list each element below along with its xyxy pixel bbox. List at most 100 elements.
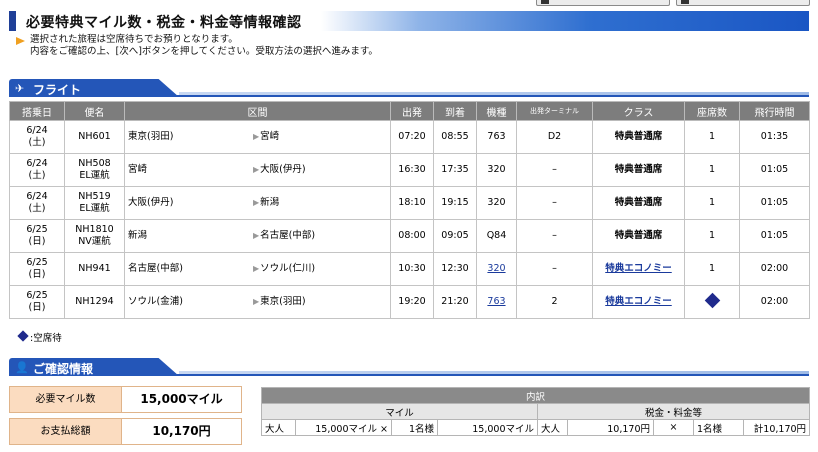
legend-label: :空席待 <box>30 333 62 344</box>
seat-count: 1 <box>708 131 716 142</box>
flight-row: 6/24 (土) NH508 EL運航 宮崎 ▶大阪(伊丹) 16:30 17:35 320– 特… <box>9 153 810 187</box>
seats-cell: 1 <box>684 186 740 220</box>
flight-number-cell: NH1294 <box>64 285 125 319</box>
page-title: 必要特典マイル数・税金・料金等情報確認 <box>26 15 302 31</box>
arrow-right-icon: ▶ <box>253 165 260 174</box>
tax-passenger-type: 大人 <box>537 419 568 436</box>
header-class: クラス <box>592 101 685 121</box>
day-of-week: (日) <box>28 302 46 313</box>
aircraft-link[interactable]: 763 <box>487 296 505 307</box>
departure-time: 10:30 <box>390 252 434 286</box>
operated-by: NV運航 <box>78 236 111 247</box>
flight-number: NH519 <box>78 191 111 202</box>
route-to: 新潟 <box>260 197 280 208</box>
breakdown-row: 大人 15,000マイル × 1名様 15,000マイル 大人 10,170円 … <box>261 419 811 436</box>
flight-number-cell: NH941 <box>64 252 125 286</box>
seats-cell: 1 <box>684 252 740 286</box>
flight-number: NH508 <box>78 158 111 169</box>
day-of-week: (日) <box>28 269 46 280</box>
person-icon: 👤 <box>15 361 29 374</box>
operated-by: EL運航 <box>79 170 110 181</box>
date-value: 6/25 <box>26 290 48 301</box>
header-flight: 便名 <box>64 101 125 121</box>
route-from: 宮崎 <box>128 164 148 175</box>
aircraft-link[interactable]: 320 <box>487 263 505 274</box>
required-miles-label: 必要マイル数 <box>10 387 122 412</box>
arrow-right-icon: ▶ <box>253 264 260 273</box>
aircraft-type: Q84 <box>486 230 507 241</box>
departure-terminal: – <box>516 252 593 286</box>
route-cell: 名古屋(中部) ▶ソウル(仁川) <box>124 252 391 286</box>
breakdown-tax-header: 税金・料金等 <box>536 403 811 420</box>
top-action-button-1[interactable] <box>536 0 670 6</box>
flight-row: 6/24 (土) NH519 EL運航 大阪(伊丹) ▶新潟 18:10 19:15 320– 特… <box>9 186 810 220</box>
header-route: 区間 <box>124 101 391 121</box>
flight-row: 6/25 (日) NH1294 ソウル(金浦) ▶東京(羽田) 19:20 21:20 763… <box>9 285 810 319</box>
flight-duration: 01:05 <box>739 186 810 220</box>
route-from: 新潟 <box>128 230 148 241</box>
class-name: 特典普通席 <box>614 230 663 241</box>
class-cell: 特典普通席 <box>592 186 685 220</box>
class-cell: 特典普通席 <box>592 153 685 187</box>
seats-cell: 1 <box>684 219 740 253</box>
flight-table: 搭乗日 便名 区間 出発 到着 機種 出発ターミナル クラス 座席数 飛行時間 … <box>9 101 810 319</box>
route-to: 名古屋(中部) <box>260 230 316 241</box>
date-value: 6/24 <box>26 158 48 169</box>
miles-unit: 15,000マイル × <box>295 419 392 436</box>
flight-section-header: ✈ フライト <box>9 79 809 97</box>
departure-time: 18:10 <box>390 186 434 220</box>
departure-terminal: – <box>516 219 593 253</box>
flight-number-cell: NH601 <box>64 120 125 154</box>
operated-by: EL運航 <box>79 203 110 214</box>
flight-table-header: 搭乗日 便名 区間 出発 到着 機種 出発ターミナル クラス 座席数 飛行時間 <box>9 101 810 121</box>
class-name: 特典普通席 <box>614 164 663 175</box>
header-seats: 座席数 <box>684 101 740 121</box>
required-miles-value: 15,000マイル <box>140 392 223 406</box>
tax-total: 計10,170円 <box>742 419 811 436</box>
arrow-right-icon: ▶ <box>253 198 260 207</box>
route-cell: ソウル(金浦) ▶東京(羽田) <box>124 285 391 319</box>
flight-date: 6/24 (土) <box>9 186 65 220</box>
button-icon <box>541 0 549 4</box>
departure-terminal: 2 <box>516 285 593 319</box>
tax-count: 1名様 <box>693 419 744 436</box>
route-from: ソウル(金浦) <box>128 296 183 307</box>
flight-date: 6/24 (土) <box>9 120 65 154</box>
waitlist-legend: :空席待 <box>17 330 62 344</box>
class-link[interactable]: 特典エコノミー <box>605 263 672 274</box>
seats-cell <box>684 285 740 319</box>
confirm-section-tab: 👤 ご確認情報 <box>9 358 179 376</box>
miles-passenger-type: 大人 <box>261 419 296 436</box>
header-departure: 出発 <box>390 101 434 121</box>
route-from: 名古屋(中部) <box>128 263 183 274</box>
class-link[interactable]: 特典エコノミー <box>605 296 672 307</box>
flight-number: NH1810 <box>75 224 114 235</box>
class-name: 特典普通席 <box>614 197 663 208</box>
day-of-week: (日) <box>28 236 46 247</box>
departure-time: 07:20 <box>390 120 434 154</box>
departure-time: 16:30 <box>390 153 434 187</box>
seats-cell: 1 <box>684 153 740 187</box>
waitlist-diamond-icon <box>17 330 29 342</box>
arrow-right-icon: ▶ <box>253 132 260 141</box>
breakdown-title: 内訳 <box>260 387 811 404</box>
flight-number: NH941 <box>78 263 111 274</box>
route-cell: 大阪(伊丹) ▶新潟 <box>124 186 391 220</box>
aircraft-cell: 320 <box>476 186 517 220</box>
departure-terminal: – <box>516 186 593 220</box>
arrival-time: 17:35 <box>433 153 477 187</box>
arrival-time: 12:30 <box>433 252 477 286</box>
top-action-button-2[interactable] <box>676 0 810 6</box>
route-to: 宮崎 <box>260 131 280 142</box>
flight-row: 6/25 (日) NH1810 NV運航 新潟 ▶名古屋(中部) 08:00 09:05 Q84… <box>9 219 810 253</box>
route-to: 東京(羽田) <box>260 296 306 307</box>
arrival-time: 19:15 <box>433 186 477 220</box>
title-gradient-bar <box>321 11 809 31</box>
date-value: 6/24 <box>26 191 48 202</box>
header-arrival: 到着 <box>433 101 477 121</box>
orange-arrow-icon <box>16 37 25 45</box>
flight-duration: 02:00 <box>739 252 810 286</box>
class-cell: 特典普通席 <box>592 219 685 253</box>
tax-times: × <box>653 419 694 436</box>
aircraft-cell: 320 <box>476 252 517 286</box>
